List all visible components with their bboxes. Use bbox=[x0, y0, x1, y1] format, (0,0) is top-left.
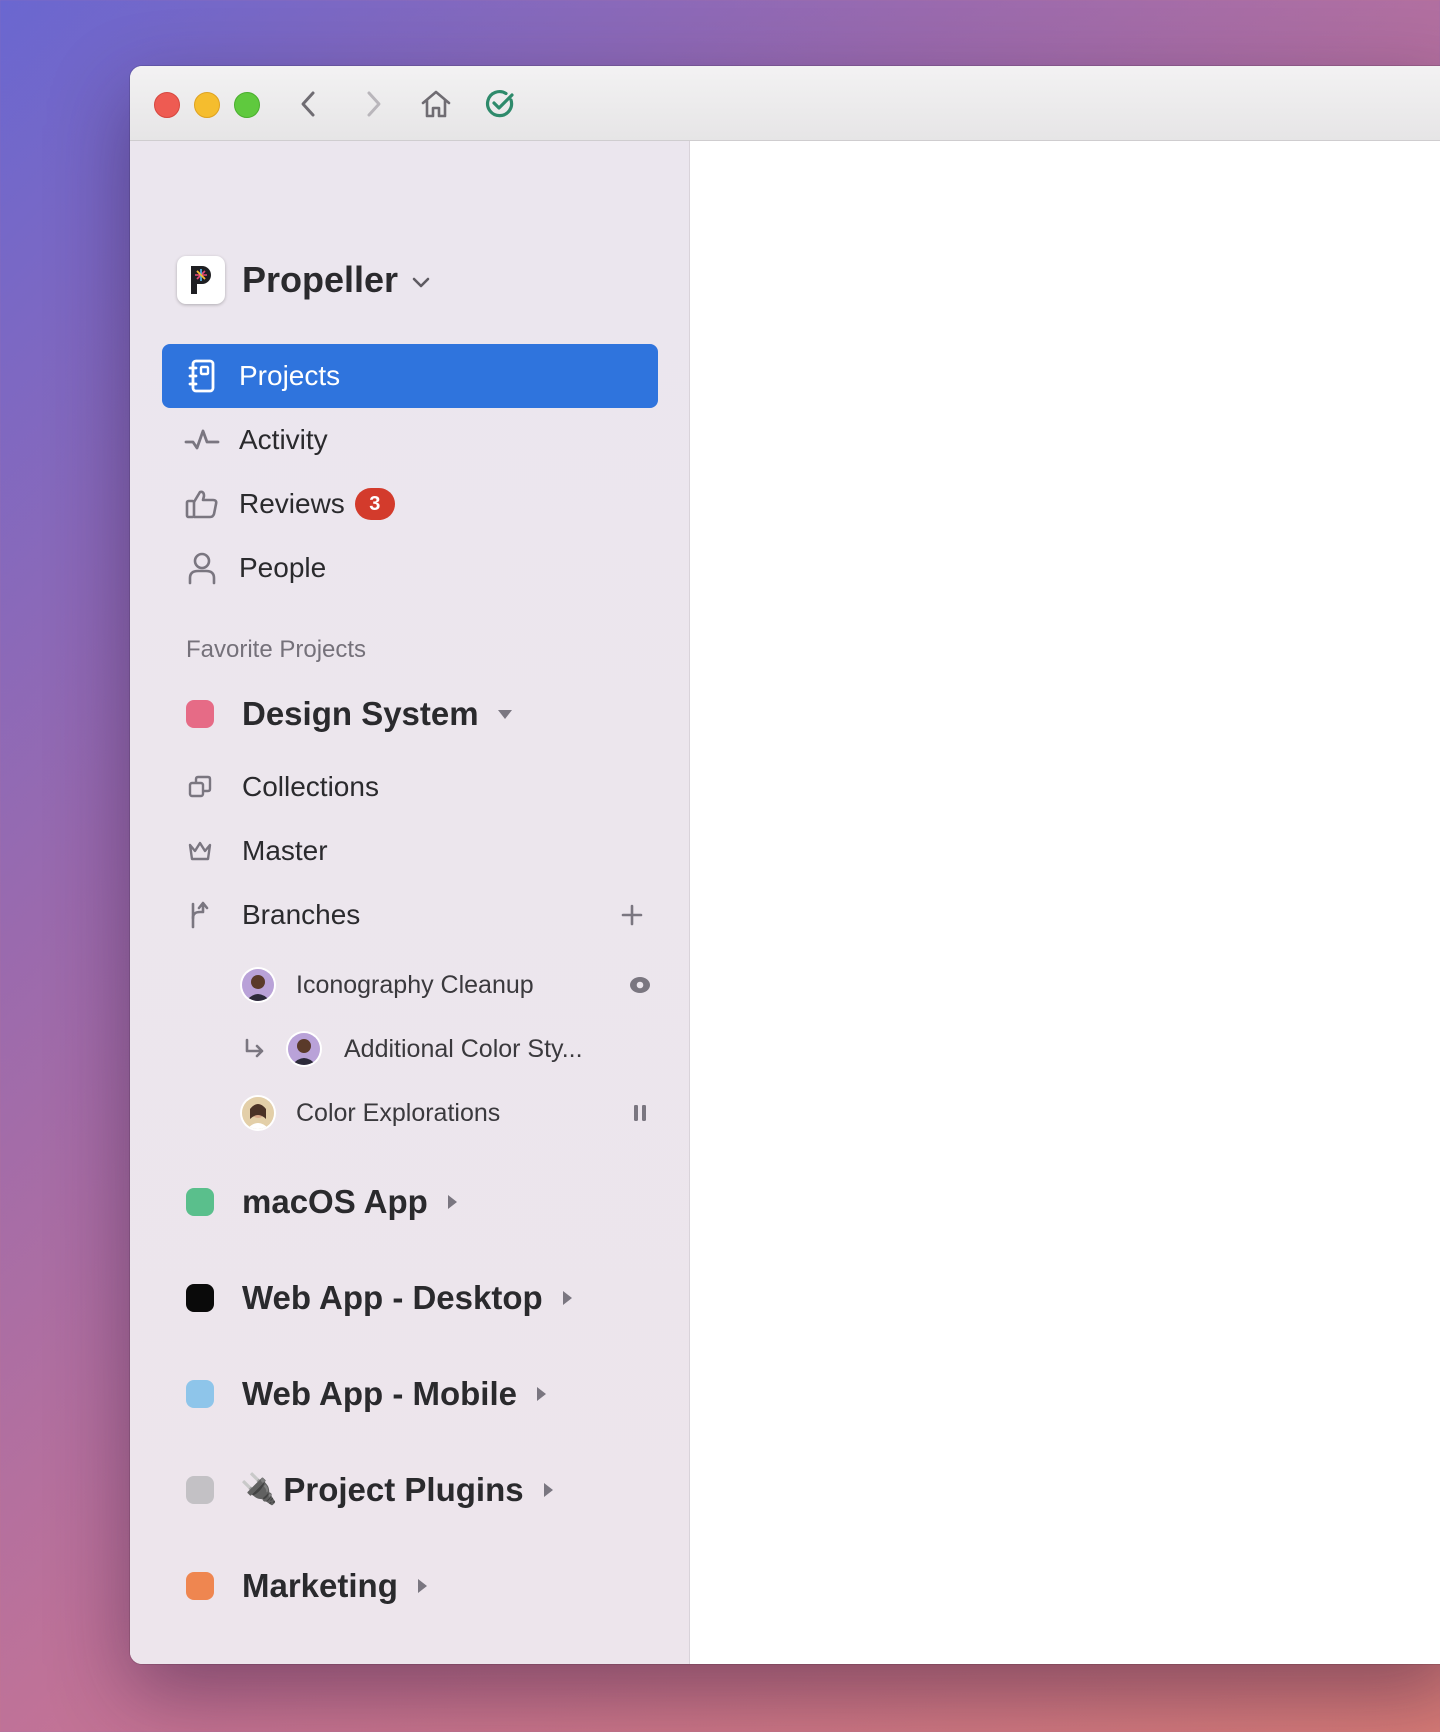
item-master[interactable]: Master bbox=[182, 826, 660, 876]
thumbs-up-icon bbox=[182, 484, 222, 524]
workspace-name: Propeller bbox=[242, 259, 399, 300]
project-color-swatch bbox=[186, 1380, 214, 1408]
branch-label: Color Explorations bbox=[296, 1098, 501, 1127]
caret-right-icon bbox=[561, 1290, 573, 1306]
forward-button[interactable] bbox=[356, 86, 392, 122]
sidebar: Propeller Projects Activity Reviews 3 Pe… bbox=[130, 141, 690, 1664]
plus-icon bbox=[621, 904, 643, 926]
home-icon bbox=[421, 90, 451, 118]
branch-label: Additional Color Sty... bbox=[344, 1034, 583, 1063]
project-color-swatch bbox=[186, 700, 214, 728]
pulse-icon bbox=[182, 420, 222, 460]
nav-label: Projects bbox=[239, 360, 341, 391]
caret-right-icon bbox=[446, 1194, 458, 1210]
project-web-app-desktop[interactable]: Web App - Desktop bbox=[186, 1273, 573, 1323]
project-color-swatch bbox=[186, 1476, 214, 1504]
caret-down-icon bbox=[497, 708, 513, 720]
item-label: Branches bbox=[242, 899, 361, 930]
reviews-count-badge: 3 bbox=[354, 488, 395, 520]
back-button[interactable] bbox=[290, 86, 326, 122]
workspace-switcher[interactable]: Propeller bbox=[177, 255, 430, 305]
nav-label: Reviews bbox=[239, 488, 345, 519]
project-name: Web App - Desktop bbox=[242, 1279, 543, 1316]
nav-item-projects[interactable]: Projects bbox=[162, 344, 658, 408]
title-bar bbox=[130, 66, 1440, 141]
project-name: Marketing bbox=[242, 1567, 398, 1604]
caret-right-icon bbox=[416, 1578, 428, 1594]
project-design-system[interactable]: Design System bbox=[186, 689, 513, 739]
avatar bbox=[242, 969, 274, 1001]
chevron-left-icon bbox=[301, 91, 315, 117]
avatar bbox=[288, 1033, 320, 1065]
branch-icon bbox=[182, 897, 218, 933]
nav-item-reviews[interactable]: Reviews 3 bbox=[162, 472, 658, 536]
chevron-down-icon bbox=[412, 277, 430, 288]
project-web-app-mobile[interactable]: Web App - Mobile bbox=[186, 1369, 547, 1419]
eye-icon bbox=[630, 977, 650, 993]
arrow-return-icon bbox=[245, 1038, 264, 1058]
item-branches[interactable]: Branches bbox=[182, 890, 660, 940]
caret-right-icon bbox=[535, 1386, 547, 1402]
project-color-swatch bbox=[186, 1284, 214, 1312]
person-icon bbox=[182, 548, 222, 588]
minimize-window-button[interactable] bbox=[194, 92, 220, 118]
sync-status-button[interactable] bbox=[482, 86, 518, 122]
project-name: Project Plugins bbox=[283, 1471, 524, 1508]
project-color-swatch bbox=[186, 1188, 214, 1216]
home-button[interactable] bbox=[418, 86, 454, 122]
propeller-logo bbox=[177, 256, 225, 304]
add-branch-button[interactable] bbox=[614, 897, 650, 933]
check-circle-icon bbox=[485, 90, 514, 118]
favorite-projects-heading: Favorite Projects bbox=[186, 636, 367, 663]
plug-emoji-icon: 🔌 bbox=[240, 1473, 278, 1506]
item-label: Collections bbox=[242, 771, 379, 802]
project-name: macOS App bbox=[242, 1183, 428, 1220]
avatar bbox=[242, 1097, 274, 1129]
nav-label: People bbox=[239, 552, 327, 583]
project-marketing[interactable]: Marketing bbox=[186, 1561, 428, 1611]
nav-item-activity[interactable]: Activity bbox=[162, 408, 658, 472]
nav-label: Activity bbox=[239, 424, 328, 455]
caret-right-icon bbox=[542, 1482, 554, 1498]
branch-color-explorations[interactable]: Color Explorations bbox=[242, 1091, 662, 1135]
app-window: Propeller Projects Activity Reviews 3 Pe… bbox=[130, 66, 1440, 1664]
branch-additional-color-styles[interactable]: Additional Color Sty... bbox=[242, 1027, 662, 1071]
item-collections[interactable]: Collections bbox=[182, 762, 660, 812]
collections-icon bbox=[182, 769, 218, 805]
chevron-right-icon bbox=[367, 91, 381, 117]
main-content bbox=[690, 141, 1440, 1664]
item-label: Master bbox=[242, 835, 328, 866]
project-macos-app[interactable]: macOS App bbox=[186, 1177, 458, 1227]
watching-indicator[interactable] bbox=[622, 967, 658, 1003]
paused-indicator[interactable] bbox=[622, 1095, 658, 1131]
project-name: Web App - Mobile bbox=[242, 1375, 517, 1412]
notebook-icon bbox=[182, 356, 222, 396]
branch-label: Iconography Cleanup bbox=[296, 970, 534, 999]
pause-icon bbox=[634, 1105, 646, 1121]
crown-icon bbox=[182, 833, 218, 869]
branch-iconography-cleanup[interactable]: Iconography Cleanup bbox=[242, 963, 662, 1007]
project-project-plugins[interactable]: 🔌 Project Plugins bbox=[186, 1465, 554, 1515]
close-window-button[interactable] bbox=[154, 92, 180, 118]
project-name: Design System bbox=[242, 695, 479, 732]
project-color-swatch bbox=[186, 1572, 214, 1600]
zoom-window-button[interactable] bbox=[234, 92, 260, 118]
nav-item-people[interactable]: People bbox=[162, 536, 658, 600]
